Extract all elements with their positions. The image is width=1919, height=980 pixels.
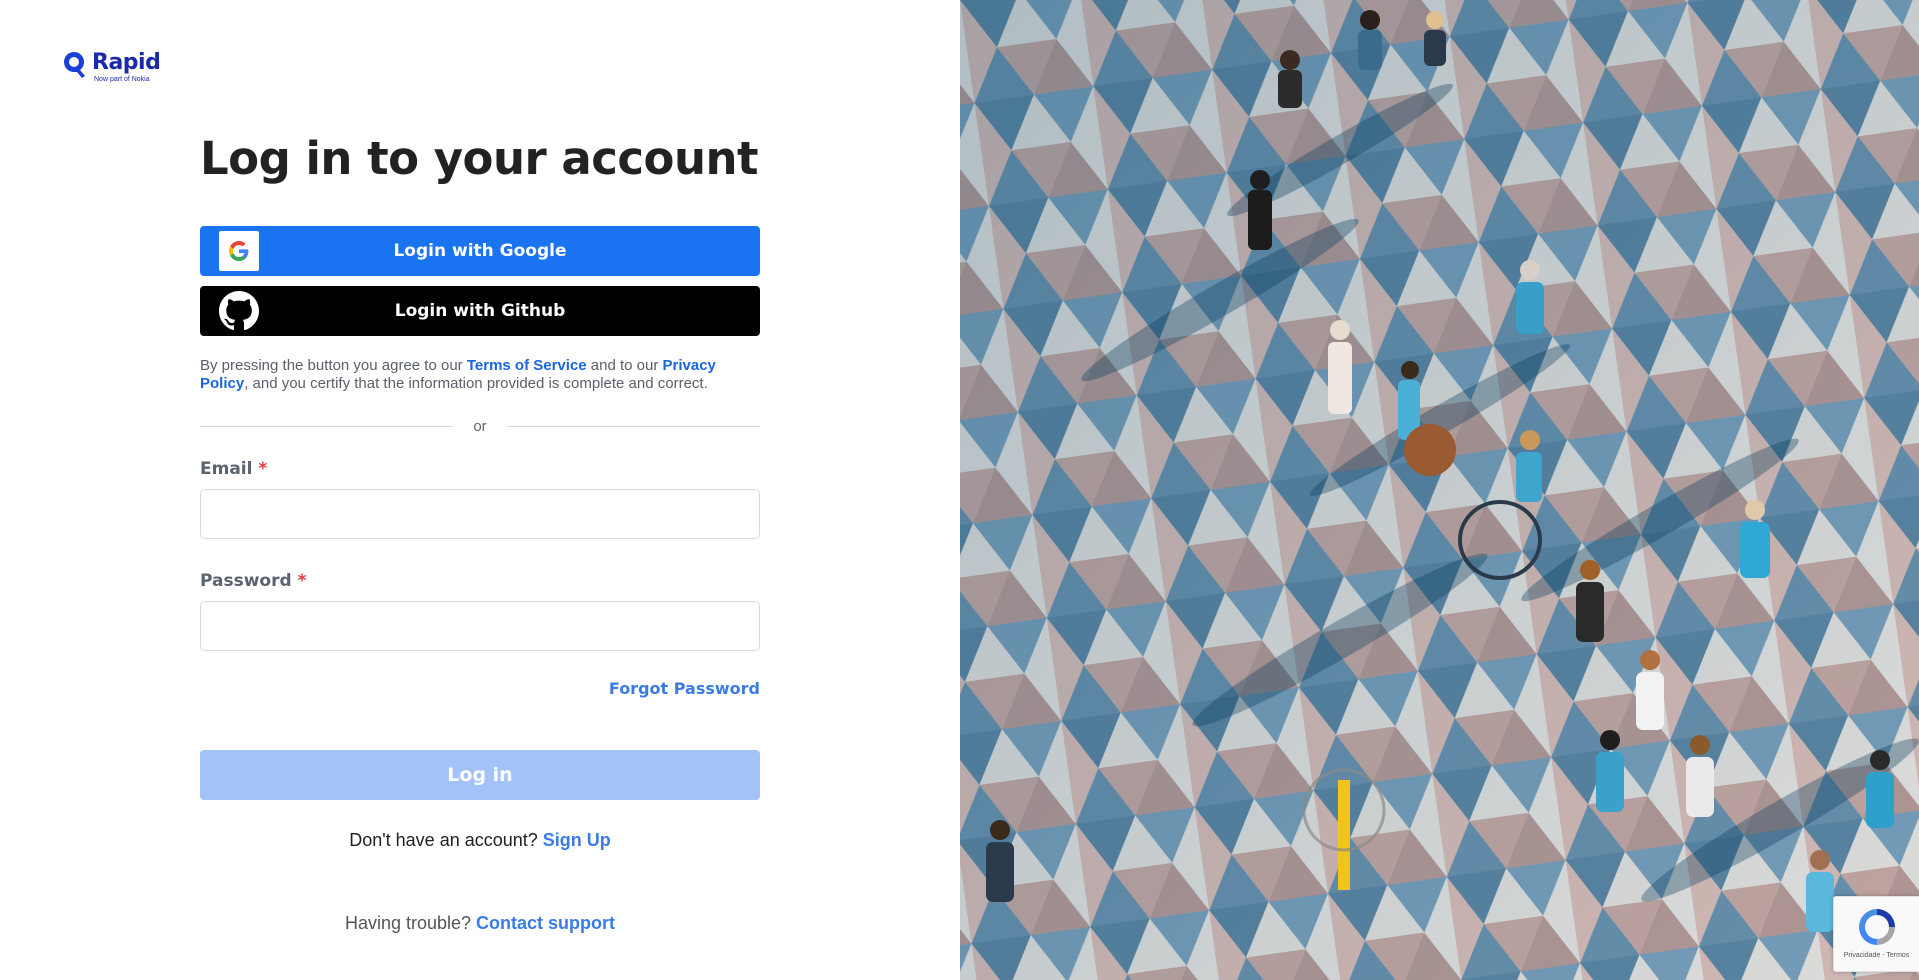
brand-tagline: Now part of Nokia — [94, 76, 150, 83]
email-required-marker: * — [258, 459, 268, 479]
password-label: Password * — [200, 571, 760, 591]
email-field[interactable] — [200, 489, 760, 539]
login-form: Log in to your account Login with Google… — [200, 128, 760, 934]
forgot-password-row: Forgot Password — [200, 679, 760, 698]
google-button-label: Login with Google — [393, 241, 567, 261]
contact-support-link[interactable]: Contact support — [476, 913, 615, 933]
page-title: Log in to your account — [200, 132, 759, 185]
recaptcha-text[interactable]: Privacidade - Termos — [1844, 952, 1910, 959]
or-divider: or — [200, 418, 760, 435]
crowd-plaza-photo — [960, 0, 1919, 980]
log-in-button[interactable]: Log in — [200, 750, 760, 800]
divider-line-left — [200, 426, 454, 427]
sign-up-link[interactable]: Sign Up — [543, 830, 611, 850]
google-icon — [219, 231, 259, 271]
terms-middle: and to our — [586, 357, 663, 374]
recaptcha-badge[interactable]: Privacidade - Termos — [1833, 896, 1919, 972]
support-prompt-text: Having trouble? — [344, 913, 477, 933]
terms-of-service-link[interactable]: Terms of Service — [467, 357, 587, 374]
terms-notice: By pressing the button you agree to our … — [200, 357, 760, 393]
github-icon — [219, 291, 259, 331]
email-label: Email * — [200, 459, 760, 479]
rapid-logo-icon — [64, 52, 85, 78]
divider-line-right — [506, 426, 760, 427]
password-label-text: Password — [200, 571, 292, 591]
hero-image-panel: Privacidade - Termos — [960, 0, 1919, 980]
login-with-github-button[interactable]: Login with Github — [200, 286, 760, 336]
brand-logo[interactable]: Rapid Now part of Nokia — [62, 50, 161, 90]
forgot-password-link[interactable]: Forgot Password — [609, 679, 760, 698]
login-panel: Rapid Now part of Nokia Log in to your a… — [0, 0, 960, 980]
terms-prefix: By pressing the button you agree to our — [200, 357, 467, 374]
signup-prompt-text: Don't have an account? — [349, 830, 543, 850]
support-prompt: Having trouble? Contact support — [200, 913, 760, 934]
recaptcha-icon — [1858, 909, 1895, 945]
brand-name: Rapid — [92, 50, 161, 75]
password-field[interactable] — [200, 601, 760, 651]
password-required-marker: * — [297, 571, 307, 591]
login-with-google-button[interactable]: Login with Google — [200, 226, 760, 276]
signup-prompt: Don't have an account? Sign Up — [200, 830, 760, 851]
terms-suffix: , and you certify that the information p… — [244, 375, 708, 392]
github-button-label: Login with Github — [394, 301, 566, 321]
email-label-text: Email — [200, 459, 253, 479]
divider-text: or — [473, 418, 487, 435]
brand-text: Rapid Now part of Nokia — [92, 50, 161, 84]
